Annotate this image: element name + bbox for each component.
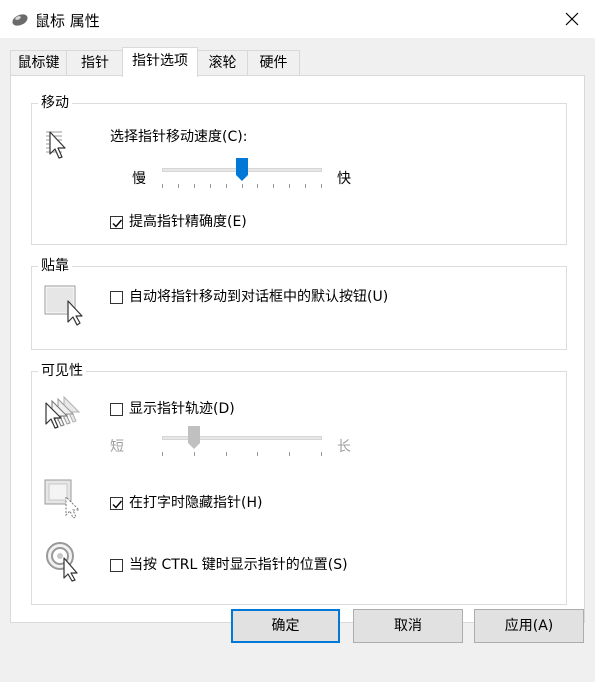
cancel-button[interactable]: 取消 (353, 609, 463, 643)
ctrl-locate-checkbox[interactable] (110, 559, 123, 572)
motion-group: 移动 选择指针移动速度(C): 慢 快 提高指针精确度(E) (31, 94, 567, 245)
slider-tick (289, 184, 290, 188)
speed-slider-ticks (162, 184, 322, 189)
snap-group: 贴靠 自动将指针移动到对话框中的默认按钮(U) (31, 257, 567, 350)
tab-wheel[interactable]: 滚轮 (197, 50, 248, 75)
trails-slider-thumb[interactable] (188, 426, 200, 450)
window-title: 鼠标 属性 (35, 12, 100, 30)
slider-tick (162, 452, 163, 456)
show-location-icon (46, 542, 78, 582)
trails-checkbox[interactable] (110, 403, 123, 416)
motion-group-title: 移动 (38, 94, 72, 112)
trails-label[interactable]: 显示指针轨迹(D) (129, 400, 235, 418)
trails-slider-ticks (162, 452, 322, 457)
long-label: 长 (337, 439, 351, 455)
hide-pointer-icon (44, 479, 81, 519)
tab-panel: 移动 选择指针移动速度(C): 慢 快 提高指针精确度(E) 贴靠 自动将指针移… (10, 75, 585, 623)
tab-strip: 鼠标键 指针 指针选项 滚轮 硬件 (10, 47, 585, 77)
slider-tick (321, 452, 322, 456)
precision-label[interactable]: 提高指针精确度(E) (129, 213, 247, 231)
mouse-icon (12, 14, 28, 26)
slider-tick (321, 184, 322, 188)
snap-label[interactable]: 自动将指针移动到对话框中的默认按钮(U) (129, 288, 388, 306)
speed-slider-thumb[interactable] (236, 158, 248, 182)
slider-tick (242, 184, 243, 188)
snap-group-title: 贴靠 (38, 257, 72, 275)
slider-tick (289, 452, 290, 456)
ok-button[interactable]: 确定 (231, 609, 340, 643)
speed-label: 选择指针移动速度(C): (110, 129, 248, 145)
tab-pointers[interactable]: 指针 (66, 50, 124, 75)
title-bar: 鼠标 属性 (0, 0, 595, 38)
visibility-group: 可见性 显示指针轨迹(D) 短 长 在打字时隐藏指针(H) 当按 CTRL 键时… (31, 362, 567, 605)
ctrl-locate-label[interactable]: 当按 CTRL 键时显示指针的位置(S) (129, 556, 348, 574)
tab-buttons[interactable]: 鼠标键 (10, 50, 67, 75)
snap-to-icon (44, 285, 83, 326)
slider-tick (226, 452, 227, 456)
apply-button[interactable]: 应用(A) (474, 609, 584, 643)
pointer-trails-icon (45, 395, 81, 429)
close-icon (565, 12, 579, 26)
slow-label: 慢 (132, 171, 146, 187)
slider-tick (257, 452, 258, 456)
snap-checkbox[interactable] (110, 291, 123, 304)
slider-tick (210, 184, 211, 188)
precision-checkbox[interactable] (110, 216, 123, 229)
slider-tick (226, 184, 227, 188)
slider-tick (305, 184, 306, 188)
hide-while-typing-checkbox[interactable] (110, 497, 123, 510)
hide-while-typing-label[interactable]: 在打字时隐藏指针(H) (129, 494, 262, 512)
tab-hardware[interactable]: 硬件 (247, 50, 300, 75)
short-label: 短 (110, 439, 124, 455)
slider-tick (194, 184, 195, 188)
close-button[interactable] (549, 0, 595, 38)
visibility-group-title: 可见性 (38, 362, 86, 380)
slider-tick (194, 452, 195, 456)
slider-tick (162, 184, 163, 188)
fast-label: 快 (337, 171, 351, 187)
tab-pointer-options[interactable]: 指针选项 (122, 47, 198, 77)
slider-tick (273, 184, 274, 188)
slider-tick (178, 184, 179, 188)
slider-tick (257, 184, 258, 188)
trails-slider-track[interactable] (162, 436, 322, 440)
pointer-speed-icon (46, 131, 66, 159)
